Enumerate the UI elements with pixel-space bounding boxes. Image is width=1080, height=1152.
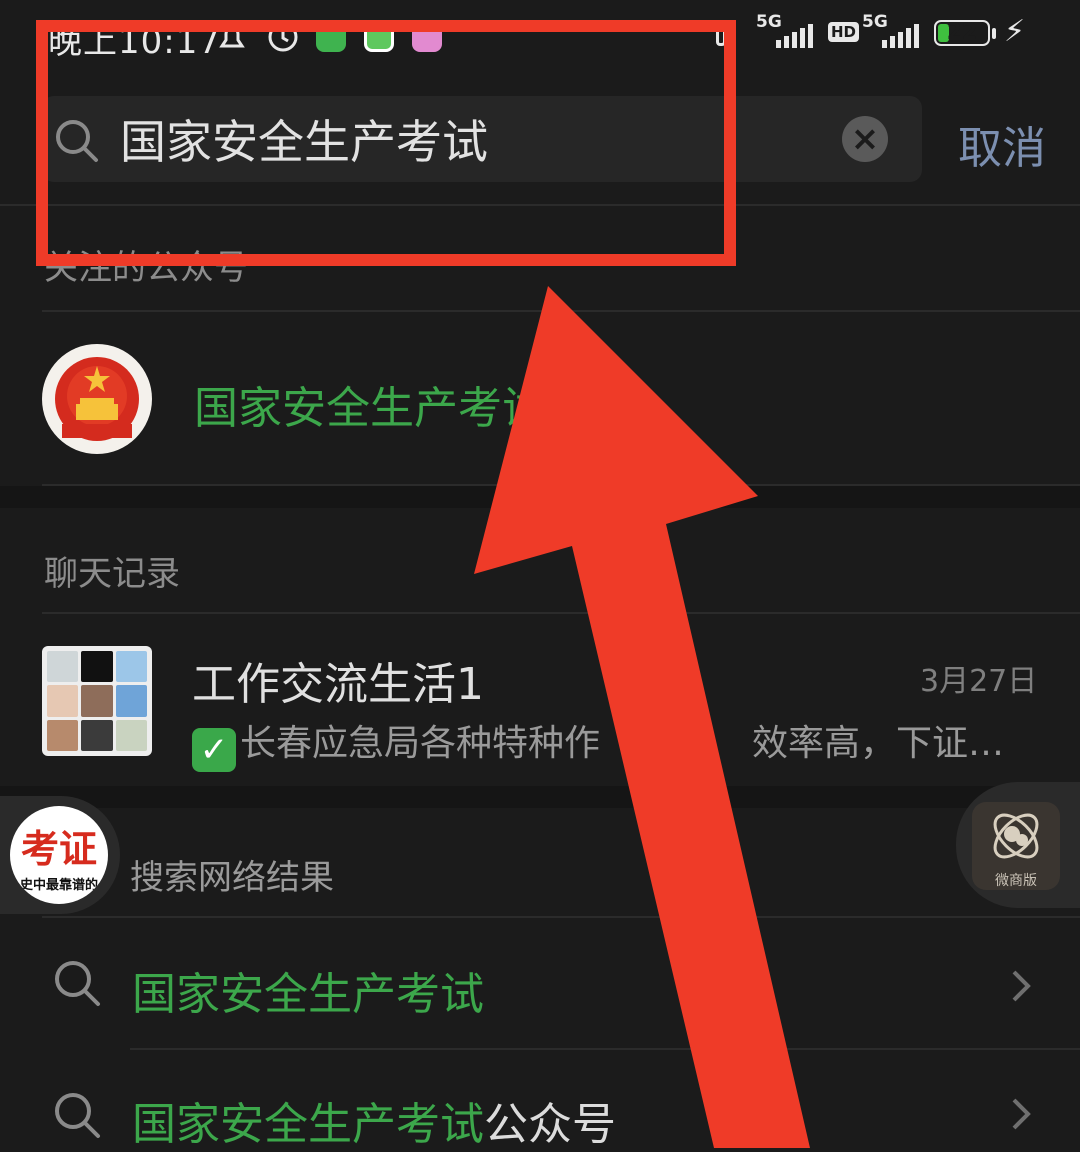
annotation-arrow-icon	[474, 286, 810, 1148]
